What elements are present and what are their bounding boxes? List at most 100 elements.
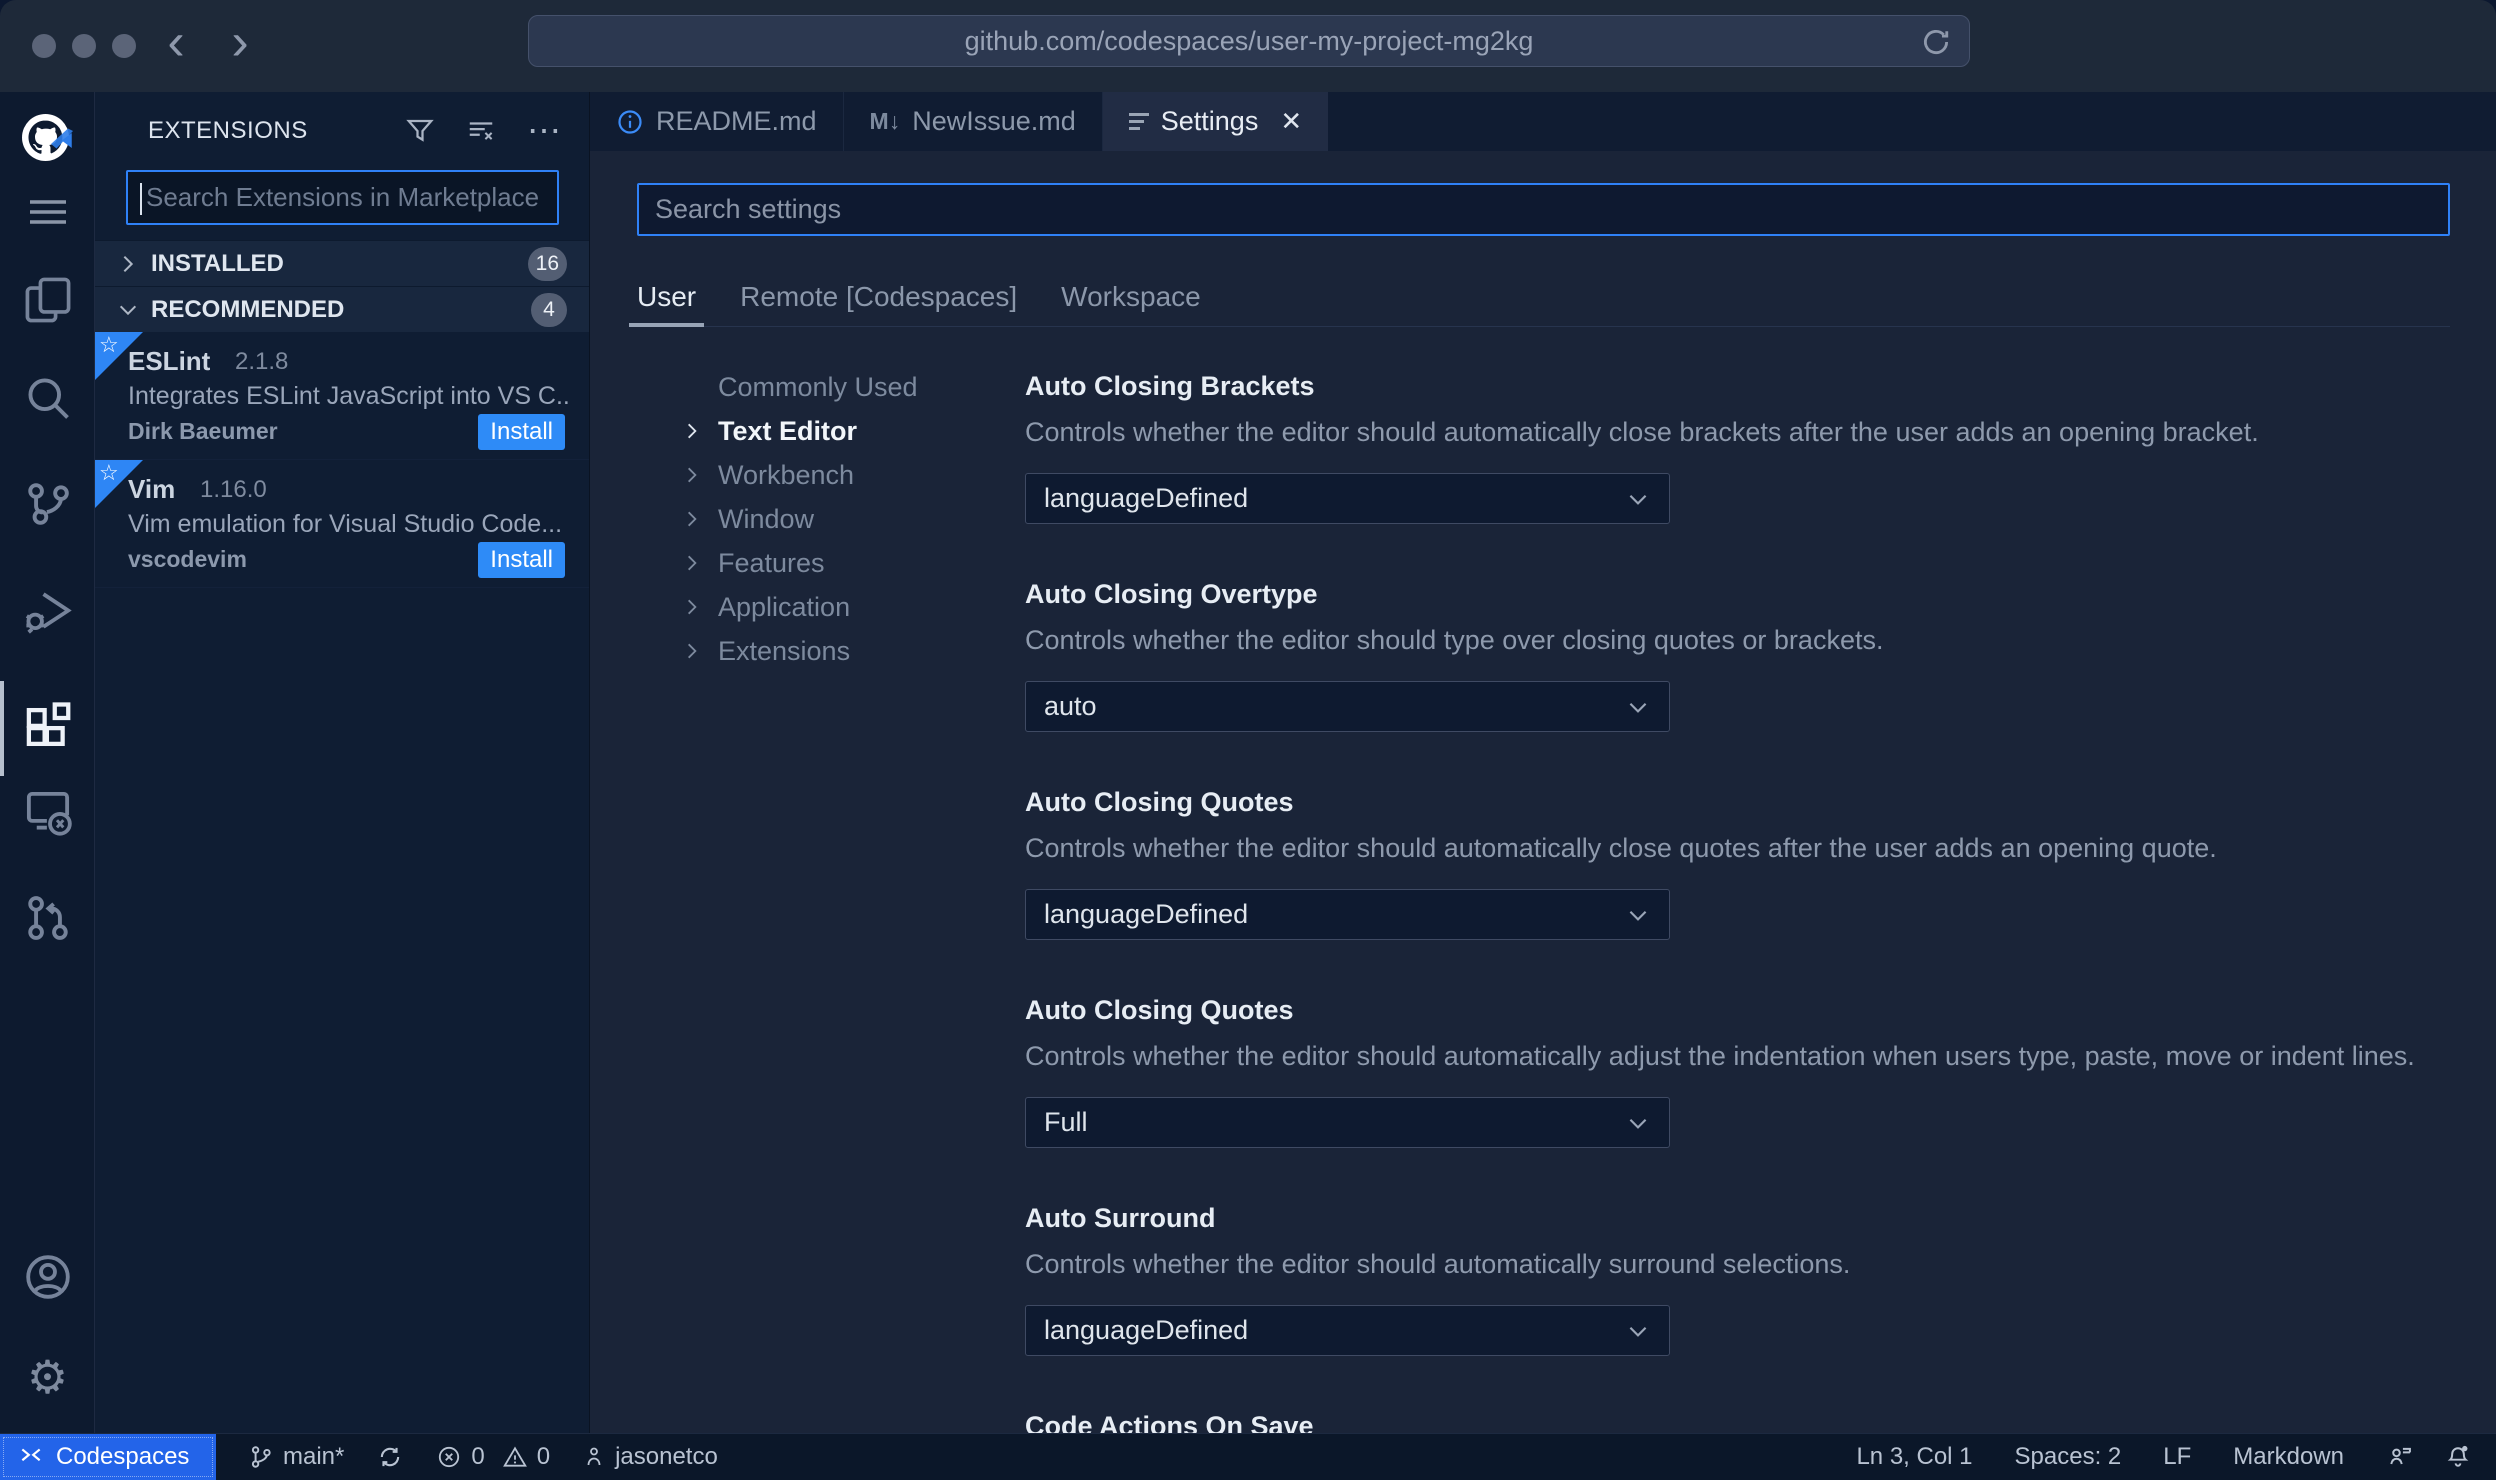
status-bar: Codespaces main* 0 0 jasonetco Ln 3, Col…: [0, 1433, 2496, 1480]
extension-item-vim[interactable]: ☆ Vim 1.16.0 Vim emulation for Visual St…: [95, 460, 589, 588]
extensions-icon[interactable]: [0, 700, 95, 754]
github-pull-request-icon[interactable]: [0, 892, 95, 944]
chevron-right-icon: [688, 599, 697, 615]
extension-item-eslint[interactable]: ☆ ESLint 2.1.8 Integrates ESLint JavaScr…: [95, 332, 589, 460]
bell-icon[interactable]: [2444, 1443, 2472, 1471]
branch-indicator[interactable]: main*: [248, 1443, 344, 1471]
settings-toc: Commonly Used Text Editor Workbench Wind…: [637, 327, 1025, 1433]
menu-hamburger-icon[interactable]: [0, 192, 95, 232]
window-maximize-button[interactable]: [112, 34, 136, 58]
sync-indicator[interactable]: [376, 1443, 404, 1471]
browser-forward-button[interactable]: ›: [212, 14, 268, 74]
chevron-down-icon: [1629, 910, 1647, 921]
errors-icon: [439, 1446, 460, 1468]
source-control-icon[interactable]: [0, 478, 95, 530]
setting-title: Auto Closing Quotes: [1025, 787, 1294, 817]
window-minimize-button[interactable]: [72, 34, 96, 58]
extension-name: Vim: [128, 474, 176, 504]
language-mode[interactable]: Markdown: [2233, 1443, 2344, 1471]
setting-title: Auto Surround: [1025, 1203, 1216, 1233]
setting-title: Auto Closing Quotes: [1025, 995, 1294, 1025]
browser-titlebar: ‹ › github.com/codespaces/user-my-projec…: [0, 0, 2496, 92]
extension-description: Vim emulation for Visual Studio Code...: [128, 510, 563, 538]
indentation[interactable]: Spaces: 2: [2015, 1443, 2122, 1471]
info-icon: [618, 109, 642, 134]
toc-workbench[interactable]: Workbench: [682, 453, 1025, 497]
explorer-icon[interactable]: [0, 274, 95, 326]
account-icon[interactable]: [0, 1250, 95, 1304]
section-recommended[interactable]: RECOMMENDED 4: [95, 286, 589, 332]
remote-explorer-icon[interactable]: [0, 786, 95, 840]
settings-editor: User Remote [Codespaces] Workspace Commo…: [590, 151, 2496, 1433]
chevron-down-icon: [1629, 702, 1647, 713]
section-installed[interactable]: INSTALLED 16: [95, 240, 589, 286]
eol-sequence[interactable]: LF: [2163, 1443, 2191, 1471]
extension-name: ESLint: [128, 346, 211, 376]
setting-title: Code Actions On Save: [1025, 1411, 1314, 1433]
settings-search-input[interactable]: [637, 183, 2450, 236]
section-label: RECOMMENDED: [151, 295, 345, 323]
install-button[interactable]: Install: [478, 542, 565, 578]
setting-auto-surround: Auto Surround Controls whether the edito…: [1025, 1203, 2450, 1411]
clear-extensions-search-icon[interactable]: [465, 116, 497, 146]
chevron-down-icon: [119, 305, 137, 315]
markdown-icon: M↓: [869, 108, 901, 134]
search-icon[interactable]: [0, 372, 95, 424]
setting-dropdown[interactable]: languageDefined: [1025, 889, 1670, 940]
extension-author: vscodevim: [128, 546, 247, 572]
person-icon: [587, 1447, 601, 1466]
refresh-icon[interactable]: [1919, 25, 1953, 59]
tab-label: Settings: [1160, 106, 1259, 136]
chevron-right-icon: [688, 643, 697, 659]
text-cursor: [140, 183, 142, 215]
chevron-right-icon: [688, 467, 697, 483]
run-debug-icon[interactable]: [0, 584, 95, 638]
setting-title: Auto Closing Overtype: [1025, 579, 1318, 609]
setting-dropdown[interactable]: auto: [1025, 681, 1670, 732]
address-bar[interactable]: github.com/codespaces/user-my-project-mg…: [528, 15, 1970, 67]
extensions-panel: EXTENSIONS ⋯ Search Extensions in Market…: [95, 92, 590, 1433]
star-icon: ☆: [99, 460, 119, 485]
chevron-right-icon: [688, 511, 697, 527]
scope-tab-remote[interactable]: Remote [Codespaces]: [740, 268, 1017, 326]
tab-settings[interactable]: Settings ✕: [1102, 92, 1329, 151]
setting-description: Controls whether the editor should autom…: [1025, 417, 2259, 447]
chevron-right-icon: [688, 555, 697, 571]
feedback-icon[interactable]: [2386, 1443, 2414, 1471]
setting-description: Controls whether the editor should type …: [1025, 625, 1884, 655]
filter-icon[interactable]: [405, 116, 435, 146]
setting-dropdown[interactable]: languageDefined: [1025, 473, 1670, 524]
codespaces-remote-indicator[interactable]: Codespaces: [0, 1434, 216, 1480]
chevron-down-icon: [1629, 1118, 1647, 1129]
extension-version: 1.16.0: [200, 476, 267, 503]
tab-newissue[interactable]: M↓ NewIssue.md: [844, 92, 1103, 151]
cursor-position[interactable]: Ln 3, Col 1: [1856, 1443, 1972, 1471]
tab-bar: README.md M↓ NewIssue.md Settings ✕: [590, 92, 2496, 151]
more-actions-icon[interactable]: ⋯: [527, 114, 563, 148]
settings-gear-icon[interactable]: ⚙: [0, 1354, 95, 1400]
toc-application[interactable]: Application: [682, 585, 1025, 629]
extensions-search-input[interactable]: [128, 172, 557, 223]
settings-scope-tabs: User Remote [Codespaces] Workspace: [628, 268, 2450, 327]
install-button[interactable]: Install: [478, 414, 565, 450]
setting-description: Controls whether the editor should autom…: [1025, 833, 2217, 863]
setting-description: Controls whether the editor should autom…: [1025, 1041, 2415, 1071]
scope-tab-workspace[interactable]: Workspace: [1061, 268, 1201, 326]
toc-text-editor[interactable]: Text Editor: [682, 409, 1025, 453]
user-indicator[interactable]: jasonetco: [582, 1443, 718, 1471]
toc-window[interactable]: Window: [682, 497, 1025, 541]
browser-back-button[interactable]: ‹: [148, 14, 204, 74]
toc-extensions[interactable]: Extensions: [682, 629, 1025, 673]
toc-features[interactable]: Features: [682, 541, 1025, 585]
close-icon[interactable]: ✕: [1280, 106, 1302, 137]
problems-indicator[interactable]: 0 0: [436, 1443, 550, 1471]
toc-commonly-used[interactable]: Commonly Used: [682, 365, 1025, 409]
setting-dropdown[interactable]: languageDefined: [1025, 1305, 1670, 1356]
chevron-down-icon: [1629, 494, 1647, 505]
scope-tab-user[interactable]: User: [628, 268, 705, 327]
panel-title: EXTENSIONS: [148, 117, 308, 144]
window-close-button[interactable]: [32, 34, 56, 58]
tab-readme[interactable]: README.md: [590, 92, 844, 151]
setting-dropdown[interactable]: Full: [1025, 1097, 1670, 1148]
github-codespaces-logo-icon[interactable]: [0, 110, 95, 170]
